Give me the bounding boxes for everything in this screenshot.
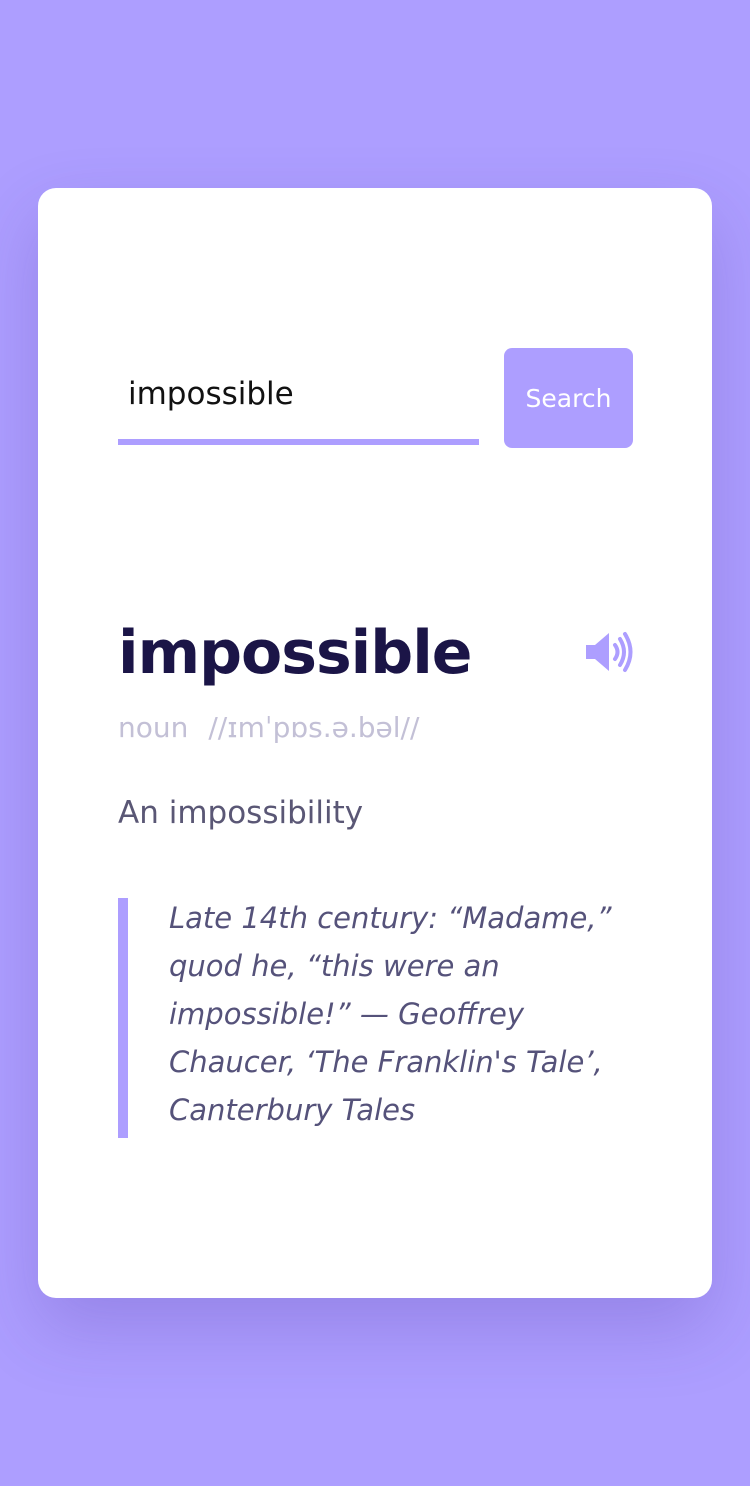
example-quote: Late 14th century: “Madame,” quod he, “t… <box>118 898 633 1138</box>
play-pronunciation-button[interactable] <box>584 630 634 674</box>
word-meta: noun //ɪmˈpɒs.ə.bəl// <box>118 708 419 748</box>
search-button[interactable]: Search <box>504 348 633 448</box>
definition-text: An impossibility <box>118 795 364 831</box>
word-title: impossible <box>118 618 472 688</box>
dictionary-card: Search impossible noun //ɪmˈpɒs.ə.bəl// A… <box>38 188 712 1298</box>
speaker-volume-icon <box>586 632 633 672</box>
example-quote-text: Late 14th century: “Madame,” quod he, “t… <box>169 901 612 1127</box>
part-of-speech: noun <box>118 711 189 744</box>
search-input[interactable] <box>118 348 479 445</box>
search-bar: Search <box>118 348 633 448</box>
phonetic-transcription: //ɪmˈpɒs.ə.bəl// <box>208 711 420 744</box>
